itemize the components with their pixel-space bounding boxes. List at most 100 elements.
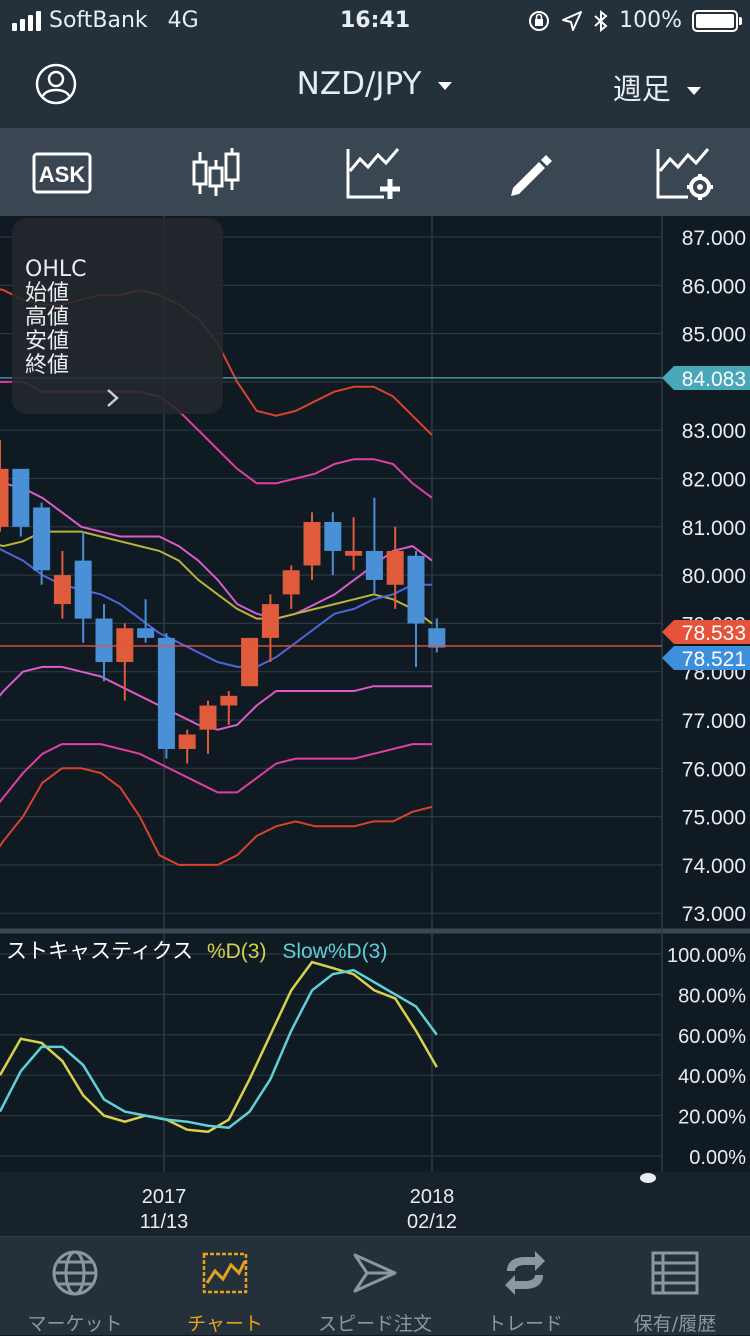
- candle-body[interactable]: [428, 628, 446, 648]
- candle-body[interactable]: [178, 734, 196, 749]
- candle-body[interactable]: [33, 507, 51, 571]
- period-label: 週足: [612, 72, 671, 106]
- date-label-year: 2018: [410, 1186, 455, 1208]
- stoch-tick-label: 100.00%: [667, 945, 746, 967]
- indicator-settings-button[interactable]: [654, 144, 714, 202]
- price-tick-label: 86.000: [682, 275, 746, 298]
- battery-percent: 100%: [619, 8, 682, 33]
- bluetooth-icon: [594, 9, 608, 32]
- candle-body[interactable]: [137, 628, 155, 638]
- band-line-inner-lower: [0, 743, 432, 804]
- stoch-tick-label: 20.00%: [678, 1107, 746, 1129]
- candle-body[interactable]: [116, 628, 134, 663]
- stoch-d-label: %D(3): [207, 940, 267, 963]
- low-label: 安値: [25, 329, 70, 354]
- price-tick-label: 73.000: [682, 903, 746, 926]
- chart-tab-icon: [202, 1252, 248, 1294]
- bid-price-tag-value: 78.521: [682, 648, 746, 671]
- price-tick-label: 75.000: [682, 807, 746, 830]
- tab-market[interactable]: マーケット: [0, 1237, 150, 1335]
- level-price-tag: 84.083: [662, 366, 750, 391]
- price-tick-label: 77.000: [682, 710, 746, 733]
- date-label-year: 2017: [142, 1186, 187, 1208]
- candle-body[interactable]: [74, 560, 92, 619]
- tab-bar: マーケット チャート スピード注文 トレード 保有/履歴: [0, 1236, 750, 1335]
- ask-price-tag: 78.533: [662, 620, 750, 645]
- candle-body[interactable]: [324, 521, 342, 551]
- candle-body[interactable]: [53, 575, 71, 605]
- candlestick-type-button[interactable]: [186, 144, 246, 202]
- candle-body[interactable]: [303, 521, 321, 566]
- location-icon: [562, 10, 583, 31]
- chart-toolbar: ASK: [0, 128, 750, 216]
- stoch-tick-label: 0.00%: [689, 1147, 746, 1169]
- high-label: 高値: [25, 305, 70, 330]
- band-line-outer-lower: [0, 767, 433, 866]
- candle-body[interactable]: [0, 468, 9, 527]
- candle-body[interactable]: [241, 637, 259, 687]
- ask-toggle-button[interactable]: ASK: [32, 144, 92, 202]
- candle-body[interactable]: [95, 618, 113, 663]
- tab-label: トレード: [486, 1313, 563, 1335]
- stoch-d-line: [0, 960, 438, 1134]
- date-label-day: 02/12: [407, 1211, 457, 1233]
- globe-icon: [52, 1250, 98, 1296]
- trade-exchange-icon: [505, 1251, 545, 1295]
- battery-icon: [692, 9, 742, 32]
- price-tick-label: 87.000: [682, 227, 746, 250]
- symbol-label: NZD/JPY: [296, 66, 422, 102]
- period-selector[interactable]: 週足: [613, 66, 702, 108]
- candle-body[interactable]: [407, 555, 425, 624]
- stoch-name: ストキャスティクス: [6, 940, 193, 963]
- tab-chart[interactable]: チャート: [150, 1237, 300, 1335]
- list-icon: [651, 1251, 699, 1295]
- candle-body[interactable]: [345, 550, 363, 556]
- open-label: 始値: [25, 281, 70, 306]
- price-tick-label: 85.000: [682, 324, 746, 347]
- add-indicator-button[interactable]: [344, 144, 404, 202]
- candle-body[interactable]: [12, 468, 30, 527]
- status-right: 100%: [527, 8, 742, 33]
- stoch-slow-label: Slow%D(3): [282, 940, 387, 963]
- candle-body[interactable]: [386, 550, 404, 585]
- indicator-settings-icon: [656, 148, 713, 200]
- ohlc-panel[interactable]: OHLC 始値 高値 安値 終値: [12, 218, 223, 414]
- stoch-tick-label: 60.00%: [678, 1026, 746, 1048]
- close-label: 終値: [25, 353, 70, 378]
- candle-body[interactable]: [220, 695, 238, 706]
- speed-arrow-icon: [353, 1253, 397, 1293]
- price-tick-label: 81.000: [682, 517, 746, 540]
- date-label-day: 11/13: [140, 1211, 189, 1233]
- stoch-tick-label: 40.00%: [678, 1066, 746, 1088]
- candle-body[interactable]: [282, 570, 300, 595]
- chevron-right-icon[interactable]: [106, 388, 120, 408]
- candle-body[interactable]: [157, 637, 175, 749]
- scroll-indicator[interactable]: [640, 1173, 656, 1183]
- draw-pencil-icon: [511, 155, 552, 196]
- tab-holdings-history[interactable]: 保有/履歴: [600, 1237, 750, 1335]
- ohlc-title: OHLC: [25, 257, 87, 282]
- rotation-lock-icon: [529, 10, 550, 31]
- price-tick-label: 82.000: [682, 469, 746, 492]
- tab-label: 保有/履歴: [633, 1313, 717, 1335]
- nav-bar: NZD/JPY 週足: [0, 44, 750, 128]
- tab-label: チャート: [187, 1313, 263, 1335]
- price-tick-label: 76.000: [682, 758, 746, 781]
- tab-speed-order[interactable]: スピード注文: [300, 1237, 450, 1335]
- tab-label: マーケット: [27, 1313, 123, 1335]
- price-tick-label: 83.000: [682, 420, 746, 443]
- level-price-tag-value: 84.083: [682, 368, 746, 391]
- chevron-down-icon: [687, 87, 701, 95]
- candle-body[interactable]: [365, 550, 383, 580]
- candle-body[interactable]: [261, 604, 279, 638]
- stoch-tick-label: 80.00%: [678, 985, 746, 1007]
- date-axis-background: [0, 1172, 750, 1236]
- price-tick-label: 74.000: [682, 855, 746, 878]
- candlestick-type-icon: [192, 148, 240, 196]
- ask-toggle-icon: ASK: [32, 152, 92, 194]
- candle-body[interactable]: [199, 705, 217, 730]
- tab-trade[interactable]: トレード: [450, 1237, 600, 1335]
- draw-tool-button[interactable]: [500, 144, 560, 202]
- add-indicator-icon: [346, 148, 400, 199]
- tab-label: スピード注文: [317, 1313, 432, 1335]
